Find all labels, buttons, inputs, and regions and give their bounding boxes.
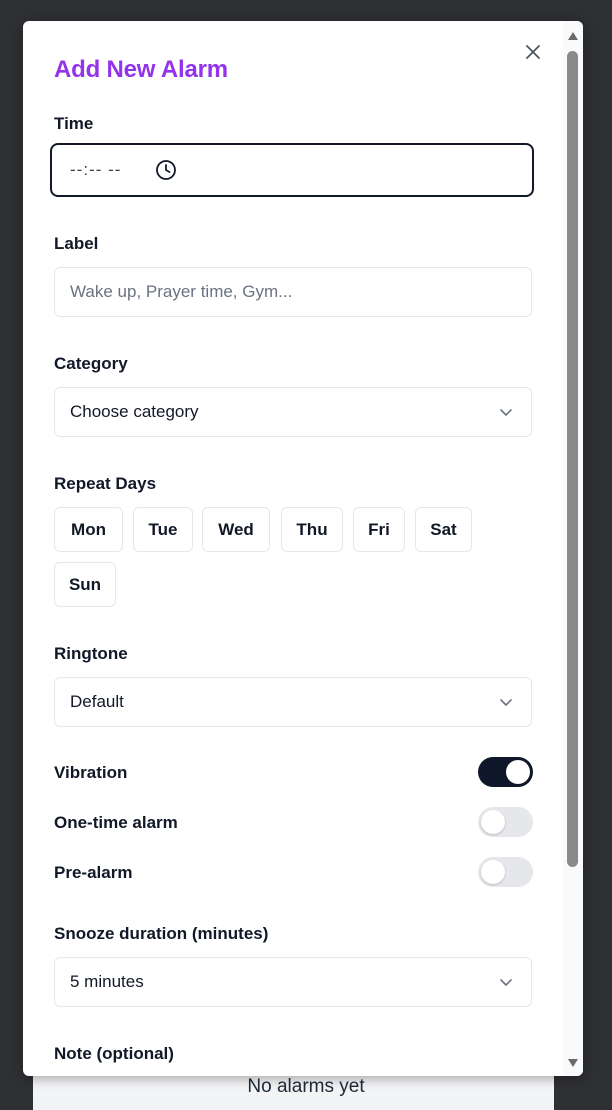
modal-title: Add New Alarm [54,56,228,83]
snooze-duration-label: Snooze duration (minutes) [54,924,269,943]
category-selected: Choose category [70,402,199,421]
pre-alarm-label: Pre-alarm [54,863,133,882]
day-button-wed[interactable]: Wed [202,507,270,552]
label-input-wrapper [54,267,532,317]
vibration-toggle[interactable] [478,757,533,787]
scrollbar-thumb[interactable] [567,51,578,867]
clock-icon[interactable] [155,159,177,181]
ringtone-label: Ringtone [54,644,128,663]
scroll-up-arrow-icon[interactable] [567,30,579,42]
empty-state-text: No alarms yet [247,1076,365,1097]
close-button[interactable] [522,41,544,63]
category-label: Category [54,354,128,373]
toggle-knob [506,760,530,784]
time-label: Time [54,114,94,133]
day-button-tue[interactable]: Tue [133,507,193,552]
pre-alarm-toggle[interactable] [478,857,533,887]
modal-scrollbar[interactable] [563,21,583,1076]
close-icon [526,45,540,59]
repeat-days-label: Repeat Days [54,474,157,493]
ringtone-selected: Default [70,692,124,711]
note-label: Note (optional) [54,1044,174,1063]
toggle-knob [481,860,505,884]
add-alarm-modal: Add New Alarm Time --:-- -- Label Catego… [23,21,583,1076]
scroll-down-arrow-icon[interactable] [567,1057,579,1069]
one-time-alarm-toggle[interactable] [478,807,533,837]
toggle-knob [481,810,505,834]
label-input[interactable] [55,268,531,316]
time-input[interactable]: --:-- -- [50,143,534,197]
label-field-label: Label [54,234,99,253]
time-value: --:-- -- [70,160,122,179]
chevron-down-icon [498,974,514,990]
chevron-down-icon [498,404,514,420]
chevron-down-icon [498,694,514,710]
snooze-duration-select[interactable]: 5 minutes [54,957,532,1007]
day-button-thu[interactable]: Thu [281,507,343,552]
day-button-fri[interactable]: Fri [353,507,405,552]
snooze-selected: 5 minutes [70,972,144,991]
modal-content: Add New Alarm Time --:-- -- Label Catego… [23,21,563,1076]
category-select[interactable]: Choose category [54,387,532,437]
day-button-mon[interactable]: Mon [54,507,123,552]
one-time-alarm-label: One-time alarm [54,813,178,832]
day-button-sat[interactable]: Sat [415,507,472,552]
ringtone-select[interactable]: Default [54,677,532,727]
vibration-label: Vibration [54,763,128,782]
day-button-sun[interactable]: Sun [54,562,116,607]
